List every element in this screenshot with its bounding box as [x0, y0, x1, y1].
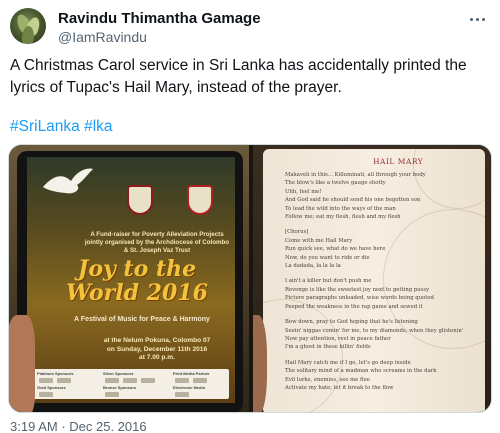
sponsor-logo [175, 392, 189, 397]
cover-venue: at the Nelum Pokuna, Colombo 07 on Sunda… [97, 337, 217, 363]
sponsor-logo [105, 392, 119, 397]
sponsor-logo [57, 378, 71, 383]
sponsor-label: Platinum Sponsors [37, 371, 74, 376]
tweet-header: Ravindu Thimantha Gamage @IamRavindu [8, 8, 492, 48]
tweet-timestamp[interactable]: 3:19 AM · Dec 25. 2016 [10, 419, 147, 433]
sponsor-logo [39, 392, 53, 397]
lyrics-stanza: I ain't a killer but don't push me Reven… [285, 278, 434, 310]
sponsor-logo [123, 378, 137, 383]
avatar[interactable] [10, 8, 46, 44]
sponsor-label: Print Media Partner [173, 371, 210, 376]
pamphlet-cover: A Fund-raiser for Poverty Alleviation Pr… [27, 157, 235, 403]
archdiocese-crest-icon [187, 185, 213, 215]
tweet-card: Ravindu Thimantha Gamage @IamRavindu A C… [0, 0, 500, 433]
cover-title: Joy to the World 2016 [66, 256, 208, 306]
sponsor-strip: Platinum Sponsors Silver Sponsors Print … [33, 369, 229, 399]
venue-line: at 7.00 p.m. [139, 354, 175, 361]
sponsor-logo [193, 378, 207, 383]
media-grid[interactable]: A Fund-raiser for Poverty Alleviation Pr… [8, 144, 492, 413]
author-display-name[interactable]: Ravindu Thimantha Gamage [58, 10, 261, 27]
hashtag-list: #SriLanka #lka [10, 118, 113, 136]
hashtag-link[interactable]: #SriLanka [10, 118, 80, 135]
lyrics-stanza: Hail Mary catch me if I go, let's go dee… [285, 359, 437, 391]
sponsor-logo [175, 378, 189, 383]
dove-icon [43, 168, 93, 194]
sponsor-logo [105, 378, 119, 383]
cover-fund-text: A Fund-raiser for Poverty Alleviation Pr… [84, 231, 230, 254]
media-photo-lyrics-page[interactable]: HAIL MARY Makaveli in this... Killuminat… [253, 145, 491, 412]
lyrics-stanza: Makaveli in this... Killuminati, all thr… [285, 172, 426, 221]
tweet-text: A Christmas Carol service in Sri Lanka h… [10, 57, 467, 96]
sponsor-label: Electronic Media [173, 385, 205, 390]
media-photo-pamphlet-cover[interactable]: A Fund-raiser for Poverty Alleviation Pr… [9, 145, 249, 412]
cover-festival: A Festival of Music for Peace & Harmony [74, 316, 210, 323]
tweet-time: 3:19 AM [10, 419, 58, 433]
lyrics-heading: HAIL MARY [373, 157, 424, 166]
lyrics-body: Makaveli in this... Killuminati, all thr… [285, 171, 475, 399]
hand [253, 315, 267, 412]
lyrics-page: HAIL MARY Makaveli in this... Killuminat… [263, 149, 485, 412]
sponsor-label: Gold Sponsors [37, 385, 66, 390]
author-handle[interactable]: @IamRavindu [58, 29, 147, 45]
lyrics-stanza: Bow down, pray to God hoping that he's l… [285, 319, 464, 351]
venue-line: on Sunday, December 11th 2016 [106, 345, 208, 353]
hand [9, 315, 35, 412]
sponsor-label: Bronze Sponsors [103, 385, 137, 390]
venue-line: at the Nelum Pokuna, Colombo 07 [103, 337, 211, 344]
sponsor-label: Silver Sponsors [103, 371, 134, 376]
lyrics-stanza: [Chorus] Come with me Hail Mary Run quic… [285, 229, 386, 270]
more-options-icon[interactable] [464, 10, 490, 28]
hashtag-link[interactable]: #lka [84, 118, 112, 135]
tweet-date: Dec 25. 2016 [69, 419, 147, 433]
archdiocese-crest-icon [127, 185, 153, 215]
sponsor-logo [39, 378, 53, 383]
sponsor-logo [141, 378, 155, 383]
